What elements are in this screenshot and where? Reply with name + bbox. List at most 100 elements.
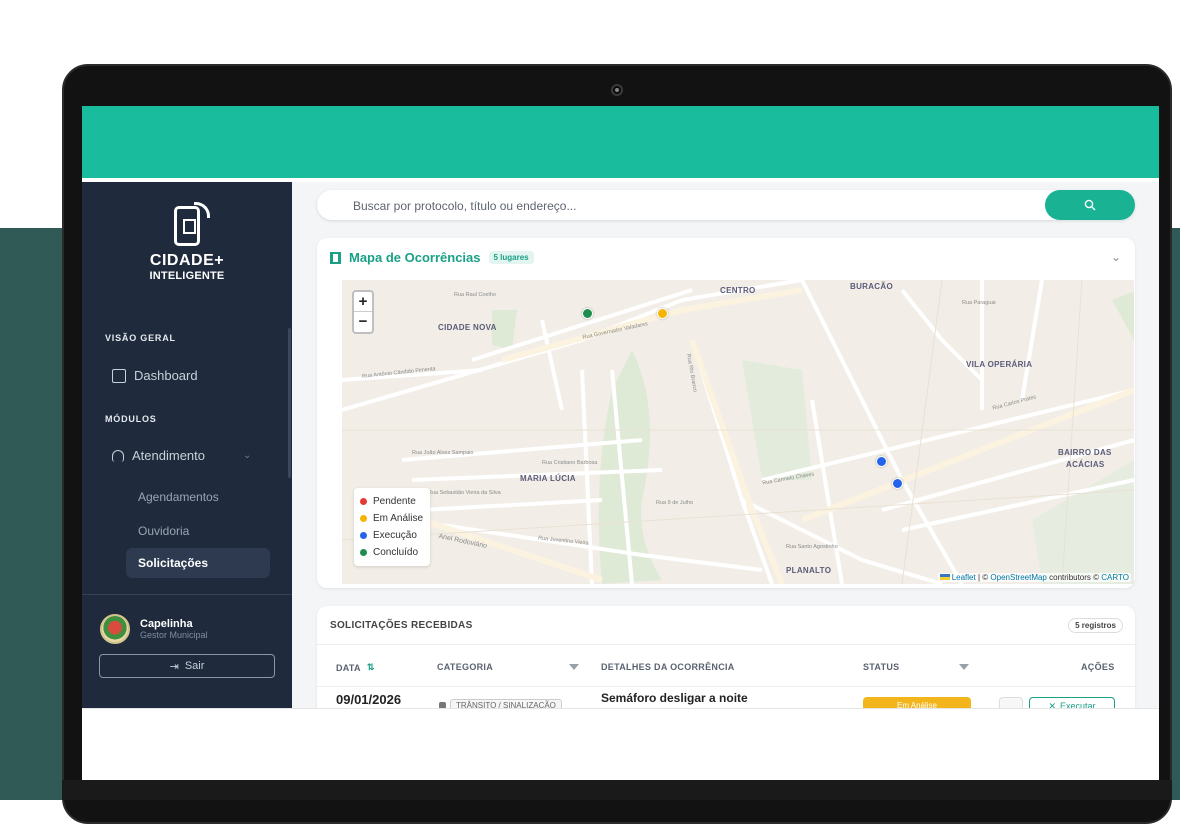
legend-label: Em Análise (373, 513, 424, 524)
carto-link[interactable]: CARTO (1101, 573, 1129, 582)
osm-link[interactable]: OpenStreetMap (990, 573, 1046, 582)
logo-line2: INTELIGENTE (149, 270, 225, 282)
legend-label: Concluído (373, 547, 419, 558)
column-header-status[interactable]: STATUS (863, 662, 970, 672)
sort-icon[interactable]: ⇅ (367, 662, 375, 673)
section-label-modules: MÓDULOS (105, 414, 157, 424)
records-count-badge: 5 registros (1068, 618, 1123, 633)
sidebar-subitem-agendamentos[interactable]: Agendamentos (126, 482, 270, 512)
zoom-in-button[interactable]: + (354, 292, 372, 312)
attribution-text: | © (977, 573, 989, 582)
map-marker-execucao[interactable] (892, 478, 903, 489)
sidebar: CIDADE+ INTELIGENTE VISÃO GERAL Dashboar… (82, 182, 292, 708)
logout-label: Sair (184, 660, 205, 672)
requests-table-card: SOLICITAÇÕES RECEBIDAS 5 registros DATA … (317, 606, 1135, 716)
street-label: Rua Raul Coelho (454, 292, 496, 298)
header-label: AÇÕES (1081, 662, 1115, 672)
laptop-bezel-bottom (62, 780, 1172, 800)
street-label: Rua Santo Agostinho (786, 544, 838, 550)
main-content: Buscar por protocolo, título ou endereço… (292, 182, 1159, 716)
row-date: 09/01/2026 (336, 692, 402, 707)
map-label: VILA OPERÁRIA (966, 360, 1033, 369)
avatar (100, 614, 130, 644)
street-label: Rua Paraguai (962, 300, 996, 306)
divider (317, 644, 1135, 645)
headset-icon (112, 449, 124, 462)
map-label: CIDADE NOVA (438, 323, 497, 332)
zoom-out-button[interactable]: − (354, 312, 372, 332)
map-label: CENTRO (720, 286, 756, 295)
legend-dot (360, 549, 367, 556)
chevron-down-icon[interactable]: ⌄ (1111, 250, 1121, 264)
map-marker-concluido[interactable] (582, 308, 593, 319)
sidebar-scrollbar[interactable] (288, 328, 291, 478)
map-legend: Pendente Em Análise Execução Concluído (354, 488, 430, 566)
top-header-bar (82, 106, 1159, 178)
street-label: Rua Sebastião Vieira da Silva (428, 490, 501, 496)
sidebar-divider (82, 594, 292, 595)
sidebar-item-label: Atendimento (132, 448, 205, 463)
row-details: Semáforo desligar a noite (601, 691, 748, 705)
map-header: Mapa de Ocorrências 5 lugares (330, 250, 534, 265)
street-label: Rua 9 de Julho (656, 500, 693, 506)
map-label: PLANALTO (786, 566, 832, 575)
search-input[interactable]: Buscar por protocolo, título ou endereço… (353, 199, 576, 213)
map-marker-execucao[interactable] (876, 456, 887, 467)
sidebar-item-dashboard[interactable]: Dashboard (112, 368, 198, 383)
filter-icon[interactable] (959, 664, 970, 670)
logo-line1: CIDADE+ (149, 252, 225, 269)
signal-icon (194, 202, 210, 218)
column-header-details: DETALHES DA OCORRÊNCIA (601, 662, 735, 672)
logout-button[interactable]: ⇥ Sair (99, 654, 275, 678)
header-label: CATEGORIA (437, 662, 494, 672)
dashboard-icon (112, 368, 126, 383)
map-card: Mapa de Ocorrências 5 lugares ⌄ CENTRO B… (317, 238, 1135, 588)
sidebar-item-label: Dashboard (134, 368, 198, 383)
app-screen: CIDADE+ INTELIGENTE VISÃO GERAL Dashboar… (82, 106, 1159, 780)
map-label: BURACÃO (850, 282, 893, 291)
column-header-date[interactable]: DATA ⇅ (336, 662, 375, 673)
map-count-badge: 5 lugares (488, 251, 534, 264)
legend-dot (360, 532, 367, 539)
legend-item: Execução (360, 527, 424, 544)
map-marker-em-analise[interactable] (657, 308, 668, 319)
map-attribution: Leaflet | © OpenStreetMap contributors ©… (937, 573, 1131, 582)
filter-icon[interactable] (569, 664, 580, 670)
legend-label: Execução (373, 530, 417, 541)
legend-label: Pendente (373, 496, 416, 507)
map-canvas[interactable]: CENTRO BURACÃO CIDADE NOVA VILA OPERÁRIA… (342, 280, 1134, 584)
legend-dot (360, 515, 367, 522)
sidebar-subitem-ouvidoria[interactable]: Ouvidoria (126, 516, 270, 546)
legend-dot (360, 498, 367, 505)
sidebar-item-atendimento[interactable]: Atendimento ⌄ (112, 448, 251, 463)
map-icon (330, 251, 341, 264)
map-label: MARIA LÚCIA (520, 474, 576, 483)
table-title: SOLICITAÇÕES RECEBIDAS (330, 620, 473, 631)
map-zoom-control: + − (352, 290, 374, 334)
legend-item: Concluído (360, 544, 424, 561)
user-name: Capelinha (140, 618, 193, 630)
search-icon (1084, 199, 1096, 211)
map-label: ACÁCIAS (1066, 460, 1105, 469)
street-label: Rua Cristiano Barbosa (542, 460, 598, 466)
app-logo[interactable]: CIDADE+ INTELIGENTE (142, 202, 232, 282)
leaflet-link[interactable]: Leaflet (952, 573, 976, 582)
webcam (611, 84, 623, 96)
user-role: Gestor Municipal (140, 630, 208, 640)
column-header-category[interactable]: CATEGORIA (437, 662, 580, 672)
map-title: Mapa de Ocorrências (349, 250, 481, 265)
street-label: Rua João Alves Sampaio (412, 450, 474, 456)
legend-item: Pendente (360, 493, 424, 510)
chevron-down-icon: ⌄ (243, 450, 252, 461)
header-label: DATA (336, 662, 361, 673)
search-bar[interactable]: Buscar por protocolo, título ou endereço… (317, 190, 1135, 220)
header-label: DETALHES DA OCORRÊNCIA (601, 662, 735, 672)
legend-item: Em Análise (360, 510, 424, 527)
sidebar-subitem-solicitacoes[interactable]: Solicitações (126, 548, 270, 578)
logout-icon: ⇥ (169, 660, 179, 673)
flag-icon (939, 574, 950, 580)
section-label-overview: VISÃO GERAL (105, 333, 176, 343)
search-button[interactable] (1045, 190, 1135, 220)
screen-bottom-area (82, 708, 1159, 780)
user-profile[interactable]: Capelinha Gestor Municipal (100, 614, 208, 644)
